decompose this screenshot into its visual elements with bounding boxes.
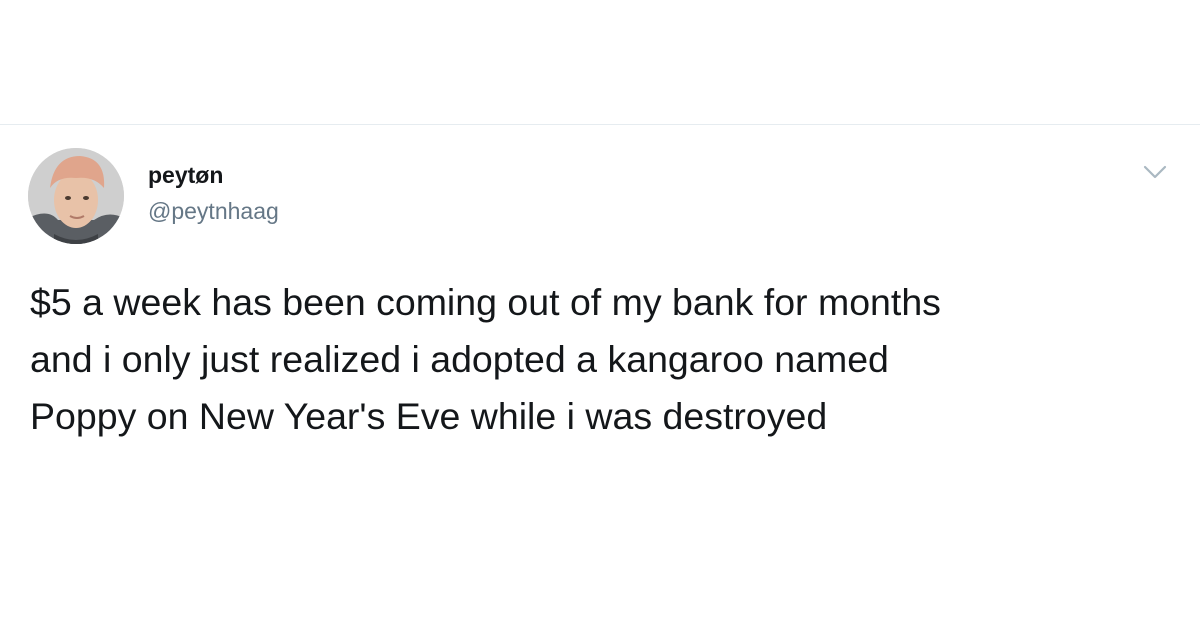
divider (0, 124, 1200, 125)
user-handle[interactable]: @peytnhaag (148, 197, 279, 225)
tweet-card: peytøn @peytnhaag $5 a week has been com… (0, 0, 1200, 628)
chevron-down-icon[interactable] (1140, 160, 1170, 184)
display-name[interactable]: peytøn (148, 161, 223, 189)
avatar[interactable] (28, 148, 124, 244)
avatar-photo (28, 148, 124, 244)
tweet-text: $5 a week has been coming out of my bank… (30, 281, 941, 437)
